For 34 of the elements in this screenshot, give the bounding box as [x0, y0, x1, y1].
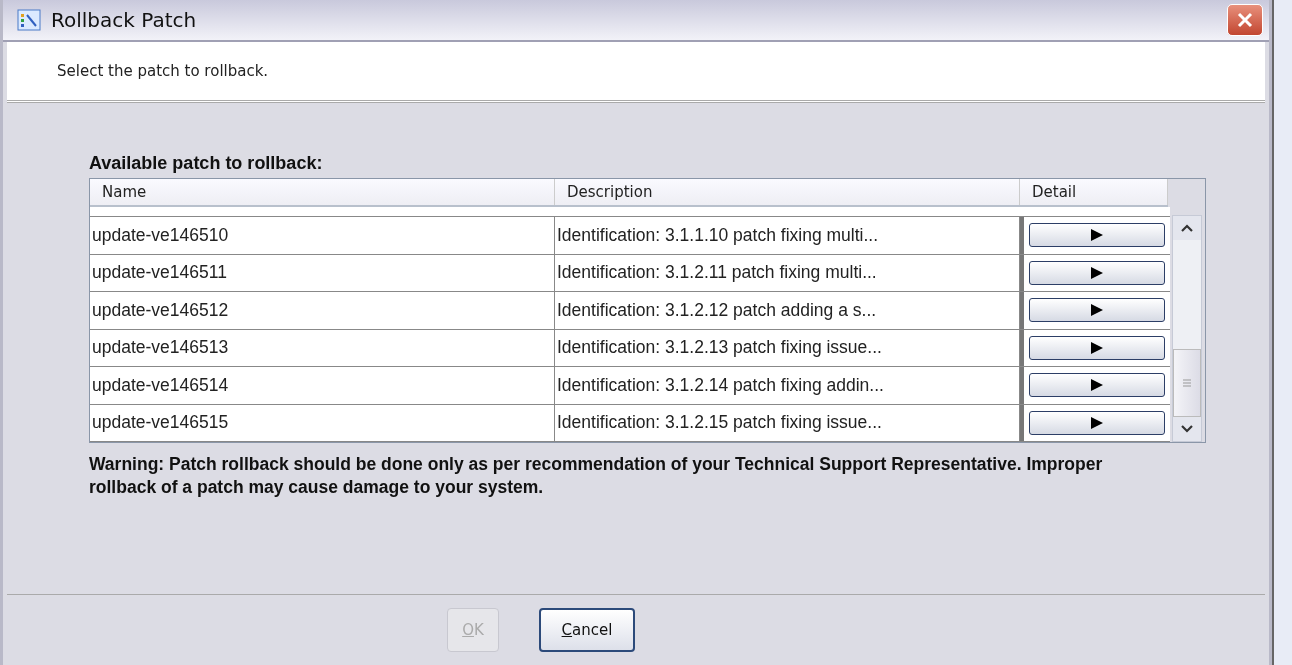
scrollbar[interactable]	[1172, 215, 1202, 442]
column-header[interactable]: Name	[90, 179, 555, 205]
detail-button[interactable]	[1029, 335, 1165, 360]
play-icon	[1089, 228, 1105, 243]
play-icon	[1089, 378, 1105, 393]
play-icon	[1089, 303, 1105, 318]
grip-icon	[1182, 378, 1192, 388]
detail-button[interactable]	[1029, 223, 1165, 248]
window-title: Rollback Patch	[51, 8, 198, 32]
column-header[interactable]: Detail	[1020, 179, 1168, 205]
name-cell: update-ve146512	[90, 292, 555, 329]
scroll-thumb[interactable]	[1173, 349, 1201, 417]
cancel-button[interactable]: Cancel	[539, 608, 635, 652]
name-cell: update-ve146514	[90, 367, 555, 404]
play-icon	[1089, 340, 1105, 355]
scroll-down-icon[interactable]	[1180, 424, 1194, 434]
play-icon	[1089, 265, 1105, 280]
window-icon	[17, 9, 41, 31]
detail-button[interactable]	[1029, 260, 1165, 285]
close-button[interactable]	[1227, 4, 1263, 36]
play-icon	[1089, 415, 1105, 430]
name-cell: update-ve146515	[90, 404, 555, 441]
detail-button[interactable]	[1029, 373, 1165, 398]
name-cell: update-ve146513	[90, 329, 555, 366]
scroll-up-icon[interactable]	[1180, 223, 1194, 233]
name-cell: update-ve146511	[90, 254, 555, 291]
instruction-text: Select the patch to rollback.	[57, 62, 269, 80]
table-title: Available patch to rollback:	[89, 153, 324, 174]
close-icon	[1236, 11, 1254, 29]
warning-text: Warning: Patch rollback should be done only as per recommendation of your Technical Support Representative. Improper rollback of a patch may cause damage to your system.	[89, 453, 1104, 499]
column-header[interactable]: Description	[555, 179, 1020, 205]
name-cell: update-ve146510	[90, 217, 555, 254]
detail-button[interactable]	[1029, 298, 1165, 323]
detail-button[interactable]	[1029, 410, 1165, 435]
